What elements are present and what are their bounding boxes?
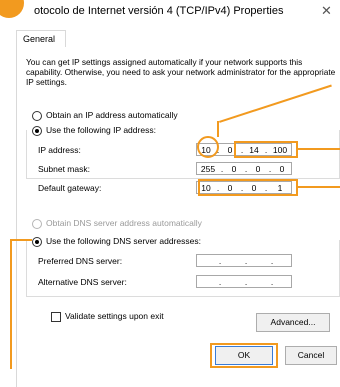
validate-checkbox[interactable] — [51, 312, 61, 322]
callout-line — [298, 186, 340, 188]
ip-octet: 0 — [279, 163, 285, 174]
ok-highlight — [210, 343, 278, 368]
ip-octet: 0 — [255, 163, 261, 174]
subnet-mask-field[interactable]: 255. 0. 0. 0 — [196, 162, 292, 175]
preferred-dns-label: Preferred DNS server: — [38, 256, 123, 266]
step-badge-icon — [0, 0, 24, 18]
ip-rest-highlight — [234, 141, 298, 158]
advanced-button[interactable]: Advanced... — [256, 313, 330, 332]
cancel-button[interactable]: Cancel — [285, 346, 337, 365]
callout-line — [10, 239, 32, 241]
ip-first-octet-highlight — [197, 136, 219, 158]
ip-octet: 255 — [200, 163, 216, 174]
gateway-highlight — [198, 179, 298, 196]
ip-auto-label: Obtain an IP address automatically — [46, 110, 178, 120]
dns-manual-radio[interactable] — [32, 237, 42, 247]
subnet-mask-label: Subnet mask: — [38, 164, 90, 174]
ip-manual-label: Use the following IP address: — [46, 125, 158, 135]
ip-auto-radio[interactable] — [32, 111, 42, 121]
description-text: You can get IP settings assigned automat… — [26, 57, 336, 87]
tab-general[interactable]: General — [16, 30, 66, 47]
close-icon[interactable]: ✕ — [321, 3, 332, 19]
alternative-dns-field[interactable]: ... — [196, 275, 292, 288]
ip-manual-radio[interactable] — [32, 126, 42, 136]
dns-auto-radio[interactable] — [32, 219, 42, 229]
validate-label: Validate settings upon exit — [65, 311, 164, 321]
callout-line — [10, 239, 12, 369]
callout-line — [298, 148, 340, 150]
ip-address-label: IP address: — [38, 145, 81, 155]
dns-auto-label: Obtain DNS server address automatically — [46, 218, 202, 228]
ip-octet: 0 — [231, 163, 237, 174]
default-gateway-label: Default gateway: — [38, 183, 102, 193]
window-title: otocolo de Internet versión 4 (TCP/IPv4)… — [34, 5, 284, 17]
alternative-dns-label: Alternative DNS server: — [38, 277, 127, 287]
dns-manual-label: Use the following DNS server addresses: — [46, 236, 203, 246]
dns-group-box — [26, 240, 340, 297]
callout-line — [217, 121, 219, 137]
preferred-dns-field[interactable]: ... — [196, 254, 292, 267]
